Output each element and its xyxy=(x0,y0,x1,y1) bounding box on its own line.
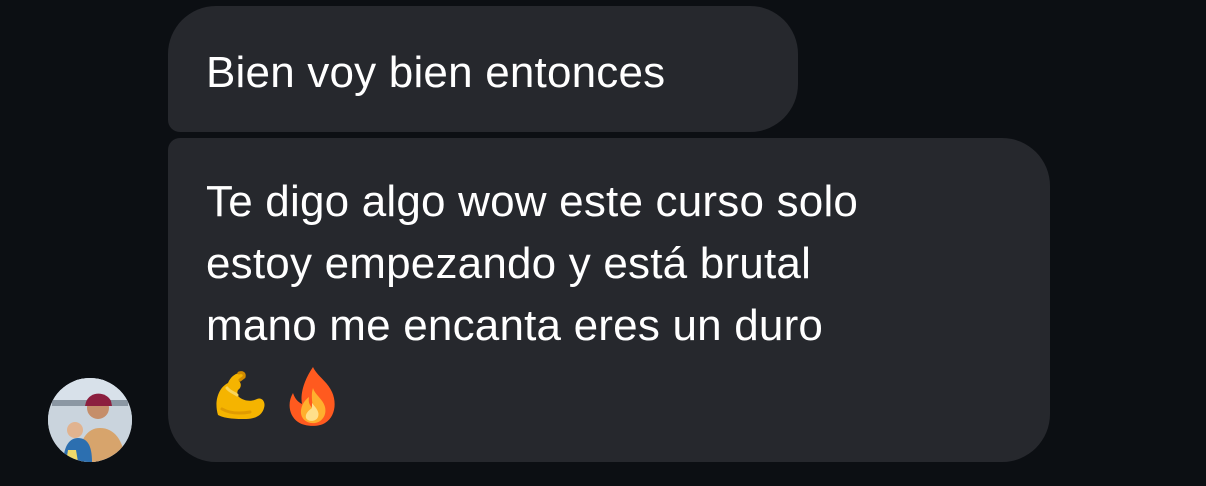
message-text-line-1: Te digo algo wow este curso solo xyxy=(206,177,859,226)
fire-icon xyxy=(284,364,340,428)
message-bubble-2[interactable]: Te digo algo wow este curso solo estoy e… xyxy=(168,138,1050,462)
user-avatar-icon xyxy=(48,378,132,462)
flexed-biceps-icon xyxy=(206,364,270,428)
message-text-line-3: mano me encanta eres un duro xyxy=(206,301,824,350)
message-bubble-1[interactable]: Bien voy bien entonces xyxy=(168,6,798,132)
avatar[interactable] xyxy=(48,378,132,462)
emoji-row xyxy=(206,361,1020,431)
message-text-line-2: estoy empezando y está brutal xyxy=(206,239,812,288)
message-text: Bien voy bien entonces xyxy=(206,48,666,97)
